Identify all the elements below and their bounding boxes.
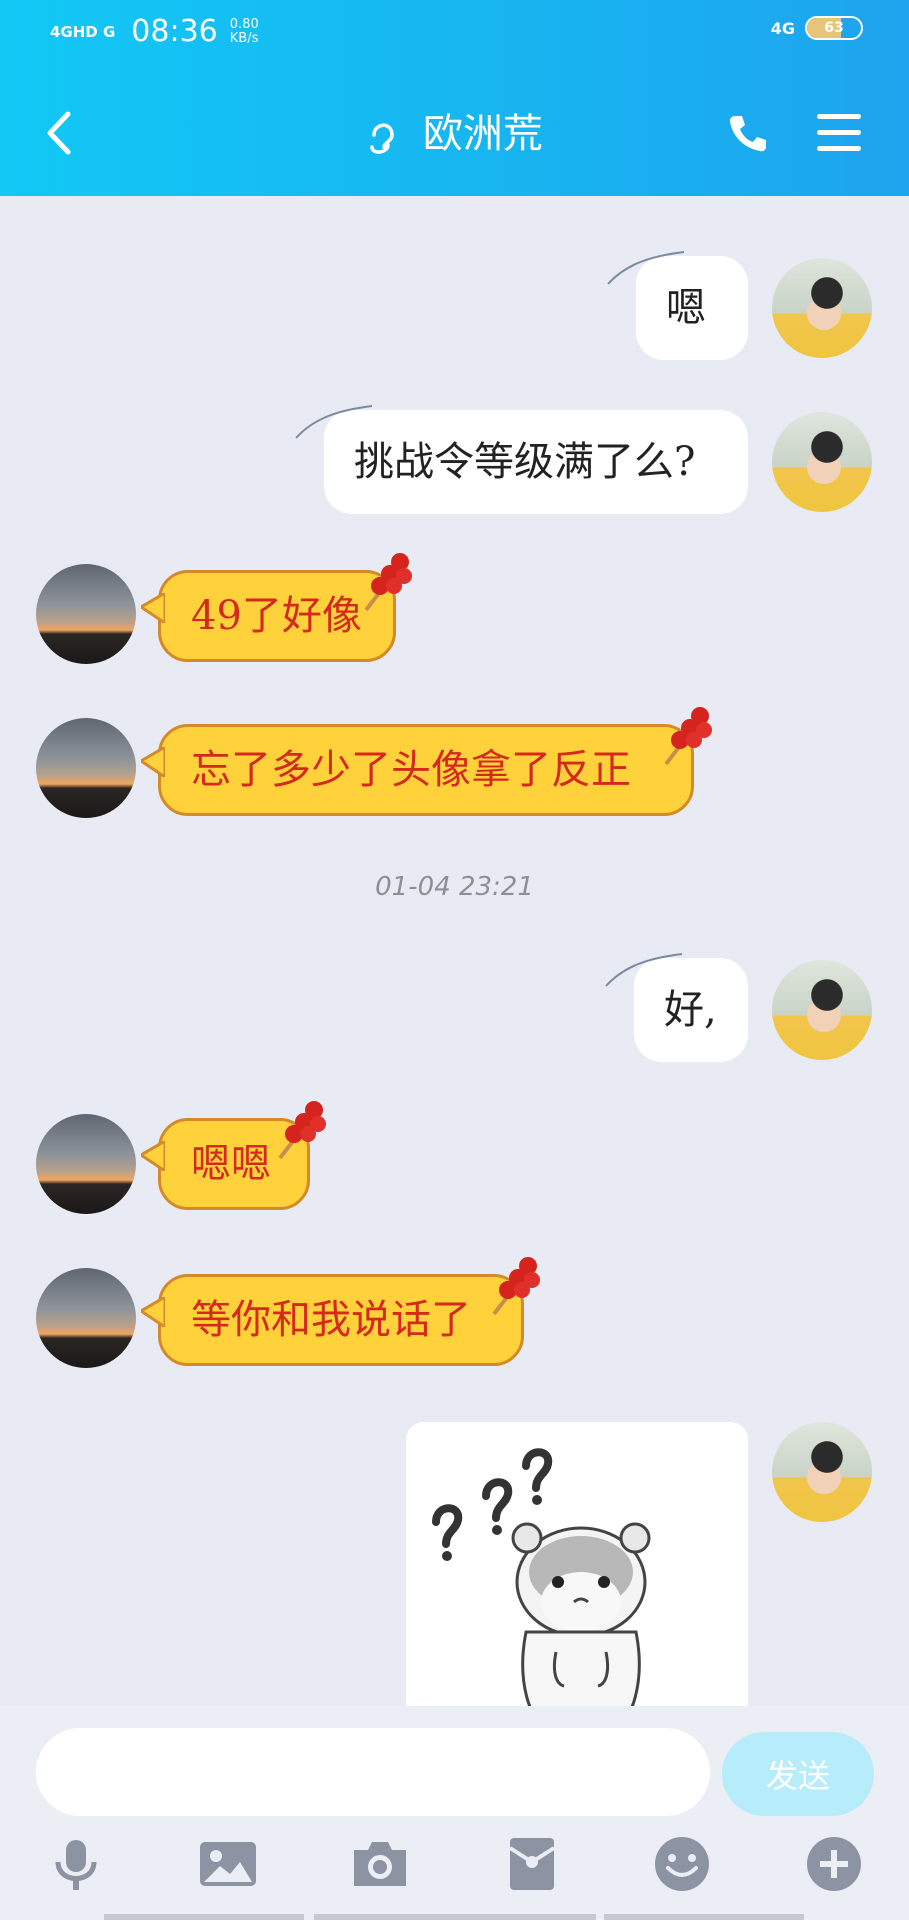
candied-haws-icon [278, 1101, 326, 1160]
hamster-question-sticker [432, 1448, 651, 1706]
toolbar [0, 1834, 909, 1910]
status-bar-left: 4GHD G 08:36 0.80 KB/s [50, 12, 259, 52]
message-bubble-received[interactable]: 等你和我说话了 [141, 1274, 524, 1366]
message-text: 挑战令等级满了么? [354, 439, 696, 485]
contact-name: 欧洲荒 [422, 111, 543, 157]
menu-icon[interactable] [817, 112, 861, 154]
panel-tab-indicator [604, 1914, 804, 1920]
red-packet-icon[interactable] [502, 1834, 562, 1894]
microphone-icon[interactable] [46, 1834, 106, 1894]
status-bar-right: 4G 63 [771, 16, 863, 40]
message-bubble-received[interactable]: 忘了多少了头像拿了反正 [141, 724, 694, 816]
message-text: 忘了多少了头像拿了反正 [191, 747, 631, 793]
message-bubble-sent[interactable]: 嗯 [607, 251, 748, 360]
image-icon[interactable] [198, 1834, 258, 1894]
network-type: 4G [770, 18, 795, 38]
ear-icon [370, 123, 394, 154]
phone-icon[interactable] [727, 112, 769, 154]
message-input[interactable] [36, 1728, 710, 1816]
panel-tab-indicator [104, 1914, 304, 1920]
message-timestamp: 01-04 23:21 [375, 872, 534, 902]
battery-level: 63 [824, 20, 844, 36]
input-area: 发送 [0, 1706, 909, 1920]
my-avatar[interactable] [772, 960, 872, 1060]
bubble-decoration [605, 953, 683, 987]
emoji-icon[interactable] [652, 1834, 712, 1894]
my-avatar[interactable] [772, 258, 872, 358]
my-avatar[interactable] [772, 1422, 872, 1522]
network-speed: 0.80 KB/s [229, 17, 259, 46]
battery-icon: 63 [805, 16, 863, 40]
message-bubble-sent[interactable]: 挑战令等级满了么? [295, 405, 748, 514]
candied-haws-icon [364, 553, 412, 612]
clock: 08:36 [131, 14, 218, 49]
contact-avatar[interactable] [36, 718, 136, 818]
message-text: 嗯嗯 [191, 1141, 271, 1187]
my-avatar[interactable] [772, 412, 872, 512]
send-button[interactable]: 发送 [722, 1732, 874, 1816]
message-text: 49了好像 [191, 593, 362, 639]
contact-avatar[interactable] [36, 1114, 136, 1214]
message-list[interactable]: 嗯 挑战令等级满了么? 49了好像 忘了多少了头像拿了反正 01-04 23:2… [0, 196, 909, 1706]
bubble-tail [141, 1297, 165, 1327]
candied-haws-icon [664, 707, 712, 766]
bubble-tail [141, 747, 165, 777]
candied-haws-icon [492, 1257, 540, 1316]
signal-indicator: 4GHD G [50, 22, 116, 41]
plus-icon[interactable] [804, 1834, 864, 1894]
panel-tab-indicator [314, 1914, 596, 1920]
contact-avatar[interactable] [36, 564, 136, 664]
bubble-tail [141, 593, 165, 623]
chat-title[interactable]: 欧洲荒 [0, 108, 909, 160]
sticker-message[interactable] [406, 1422, 748, 1706]
message-bubble-sent[interactable]: 好, [605, 953, 748, 1062]
bubble-tail [141, 1141, 165, 1171]
bubble-decoration [607, 251, 685, 285]
panel-tab-indicators [0, 1910, 909, 1920]
camera-icon[interactable] [350, 1834, 410, 1894]
contact-avatar[interactable] [36, 1268, 136, 1368]
chat-header: 4GHD G 08:36 0.80 KB/s 4G 63 欧洲荒 [0, 0, 909, 196]
bubble-decoration [295, 405, 373, 439]
message-text: 等你和我说话了 [191, 1297, 471, 1343]
